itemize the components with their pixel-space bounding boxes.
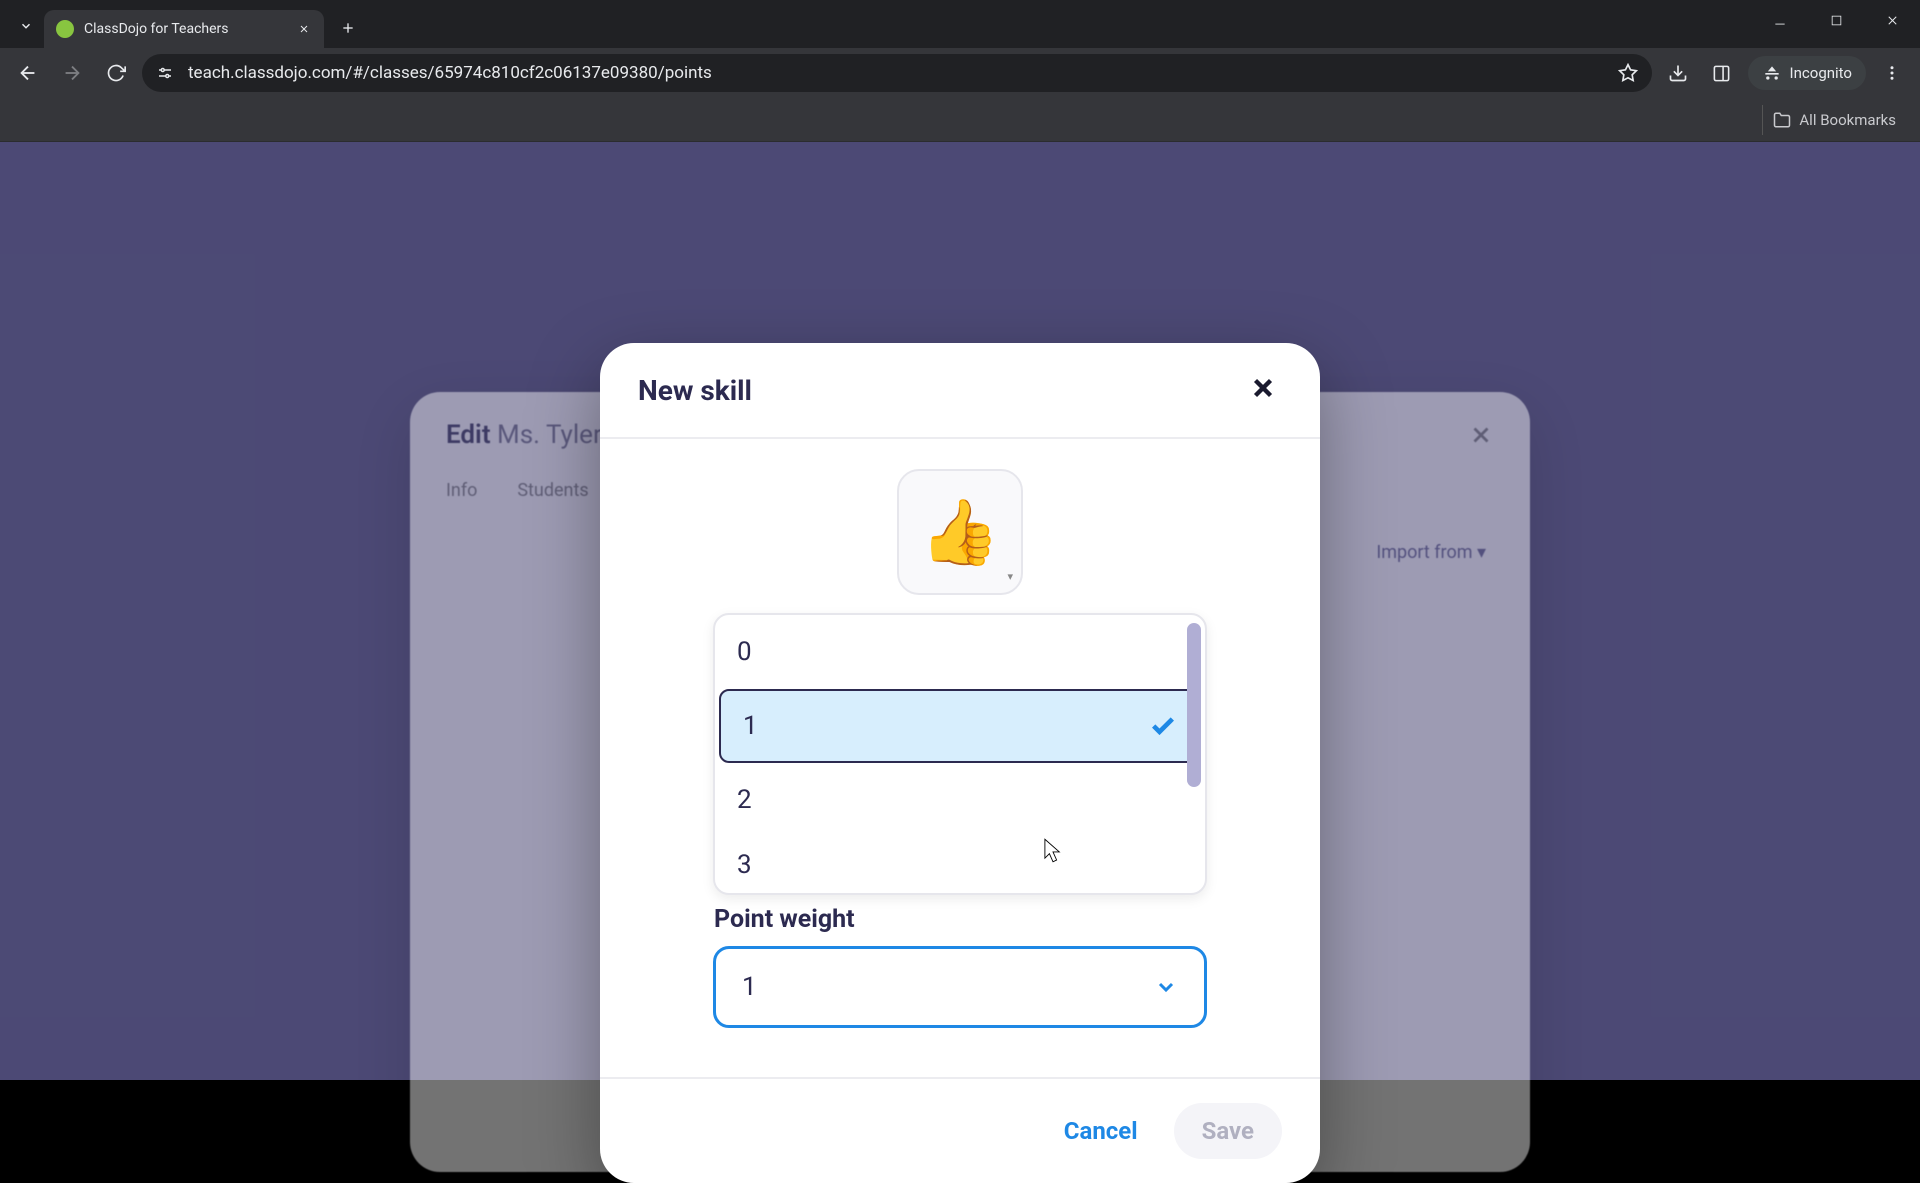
reload-icon bbox=[106, 63, 126, 83]
dropdown-option-2[interactable]: 2 bbox=[715, 763, 1205, 837]
arrow-right-icon bbox=[61, 62, 83, 84]
tab-title: ClassDojo for Teachers bbox=[84, 21, 286, 37]
maximize-icon bbox=[1830, 14, 1843, 27]
new-skill-modal: New skill 👍 ▾ 0 1 bbox=[600, 343, 1320, 1183]
close-icon[interactable] bbox=[1468, 422, 1494, 448]
download-icon bbox=[1668, 63, 1688, 83]
address-bar[interactable]: teach.classdojo.com/#/classes/65974c810c… bbox=[142, 54, 1652, 92]
url-text: teach.classdojo.com/#/classes/65974c810c… bbox=[188, 63, 1604, 83]
tab-favicon bbox=[56, 20, 74, 38]
modal-footer: Cancel Save bbox=[600, 1077, 1320, 1183]
maximize-button[interactable] bbox=[1808, 0, 1864, 40]
save-button[interactable]: Save bbox=[1174, 1103, 1282, 1159]
minimize-button[interactable] bbox=[1752, 0, 1808, 40]
page-content: Edit Ms. Tyler's Info Students Import fr… bbox=[0, 142, 1920, 1080]
thumbs-up-icon: 👍 bbox=[920, 495, 1000, 570]
star-icon[interactable] bbox=[1618, 63, 1638, 83]
tab-close-button[interactable] bbox=[296, 21, 312, 37]
arrow-left-icon bbox=[17, 62, 39, 84]
minimize-icon bbox=[1773, 13, 1787, 27]
site-settings-icon[interactable] bbox=[156, 64, 174, 82]
edit-title-prefix: Edit bbox=[446, 420, 491, 450]
modal-body: 👍 ▾ 0 1 2 3 bbox=[600, 439, 1320, 1077]
import-from-button[interactable]: Import from ▾ bbox=[1376, 542, 1486, 563]
cancel-button[interactable]: Cancel bbox=[1064, 1117, 1138, 1145]
close-icon bbox=[1885, 13, 1900, 28]
browser-titlebar: ClassDojo for Teachers bbox=[0, 0, 1920, 48]
chevron-down-icon: ▾ bbox=[1007, 570, 1013, 583]
dropdown-scrollbar[interactable] bbox=[1187, 623, 1201, 787]
point-weight-value: 1 bbox=[742, 972, 757, 1002]
incognito-label: Incognito bbox=[1790, 64, 1852, 82]
all-bookmarks-label: All Bookmarks bbox=[1799, 111, 1896, 129]
bookmarks-bar: All Bookmarks bbox=[0, 98, 1920, 142]
close-icon bbox=[298, 23, 310, 35]
sidepanel-button[interactable] bbox=[1704, 55, 1740, 91]
incognito-icon bbox=[1762, 63, 1782, 83]
dropdown-option-0[interactable]: 0 bbox=[715, 615, 1205, 689]
modal-close-button[interactable] bbox=[1248, 373, 1282, 407]
check-icon bbox=[1149, 712, 1177, 740]
back-button[interactable] bbox=[10, 55, 46, 91]
point-weight-dropdown-list: 0 1 2 3 bbox=[713, 613, 1207, 895]
plus-icon bbox=[340, 20, 356, 36]
dots-icon bbox=[1883, 64, 1901, 82]
tabs-dropdown-button[interactable] bbox=[8, 8, 44, 44]
close-icon bbox=[1248, 373, 1278, 403]
chevron-down-icon bbox=[19, 19, 33, 33]
point-weight-label: Point weight bbox=[714, 905, 855, 934]
browser-toolbar: teach.classdojo.com/#/classes/65974c810c… bbox=[0, 48, 1920, 98]
close-window-button[interactable] bbox=[1864, 0, 1920, 40]
incognito-badge[interactable]: Incognito bbox=[1748, 56, 1866, 90]
dropdown-option-1[interactable]: 1 bbox=[719, 689, 1201, 763]
reload-button[interactable] bbox=[98, 55, 134, 91]
browser-tab[interactable]: ClassDojo for Teachers bbox=[44, 10, 324, 48]
forward-button[interactable] bbox=[54, 55, 90, 91]
panel-icon bbox=[1712, 64, 1731, 83]
modal-header: New skill bbox=[600, 343, 1320, 439]
tab-info[interactable]: Info bbox=[446, 480, 477, 501]
menu-button[interactable] bbox=[1874, 55, 1910, 91]
modal-title: New skill bbox=[638, 374, 752, 407]
downloads-button[interactable] bbox=[1660, 55, 1696, 91]
point-weight-select[interactable]: 1 bbox=[713, 946, 1207, 1028]
chevron-down-icon bbox=[1154, 975, 1178, 999]
folder-icon bbox=[1773, 111, 1791, 129]
window-controls bbox=[1752, 0, 1920, 40]
tab-students[interactable]: Students bbox=[517, 480, 588, 501]
skill-icon-picker[interactable]: 👍 ▾ bbox=[897, 469, 1023, 595]
all-bookmarks-button[interactable]: All Bookmarks bbox=[1762, 105, 1906, 135]
new-tab-button[interactable] bbox=[330, 10, 366, 46]
dropdown-option-3[interactable]: 3 bbox=[715, 837, 1205, 893]
